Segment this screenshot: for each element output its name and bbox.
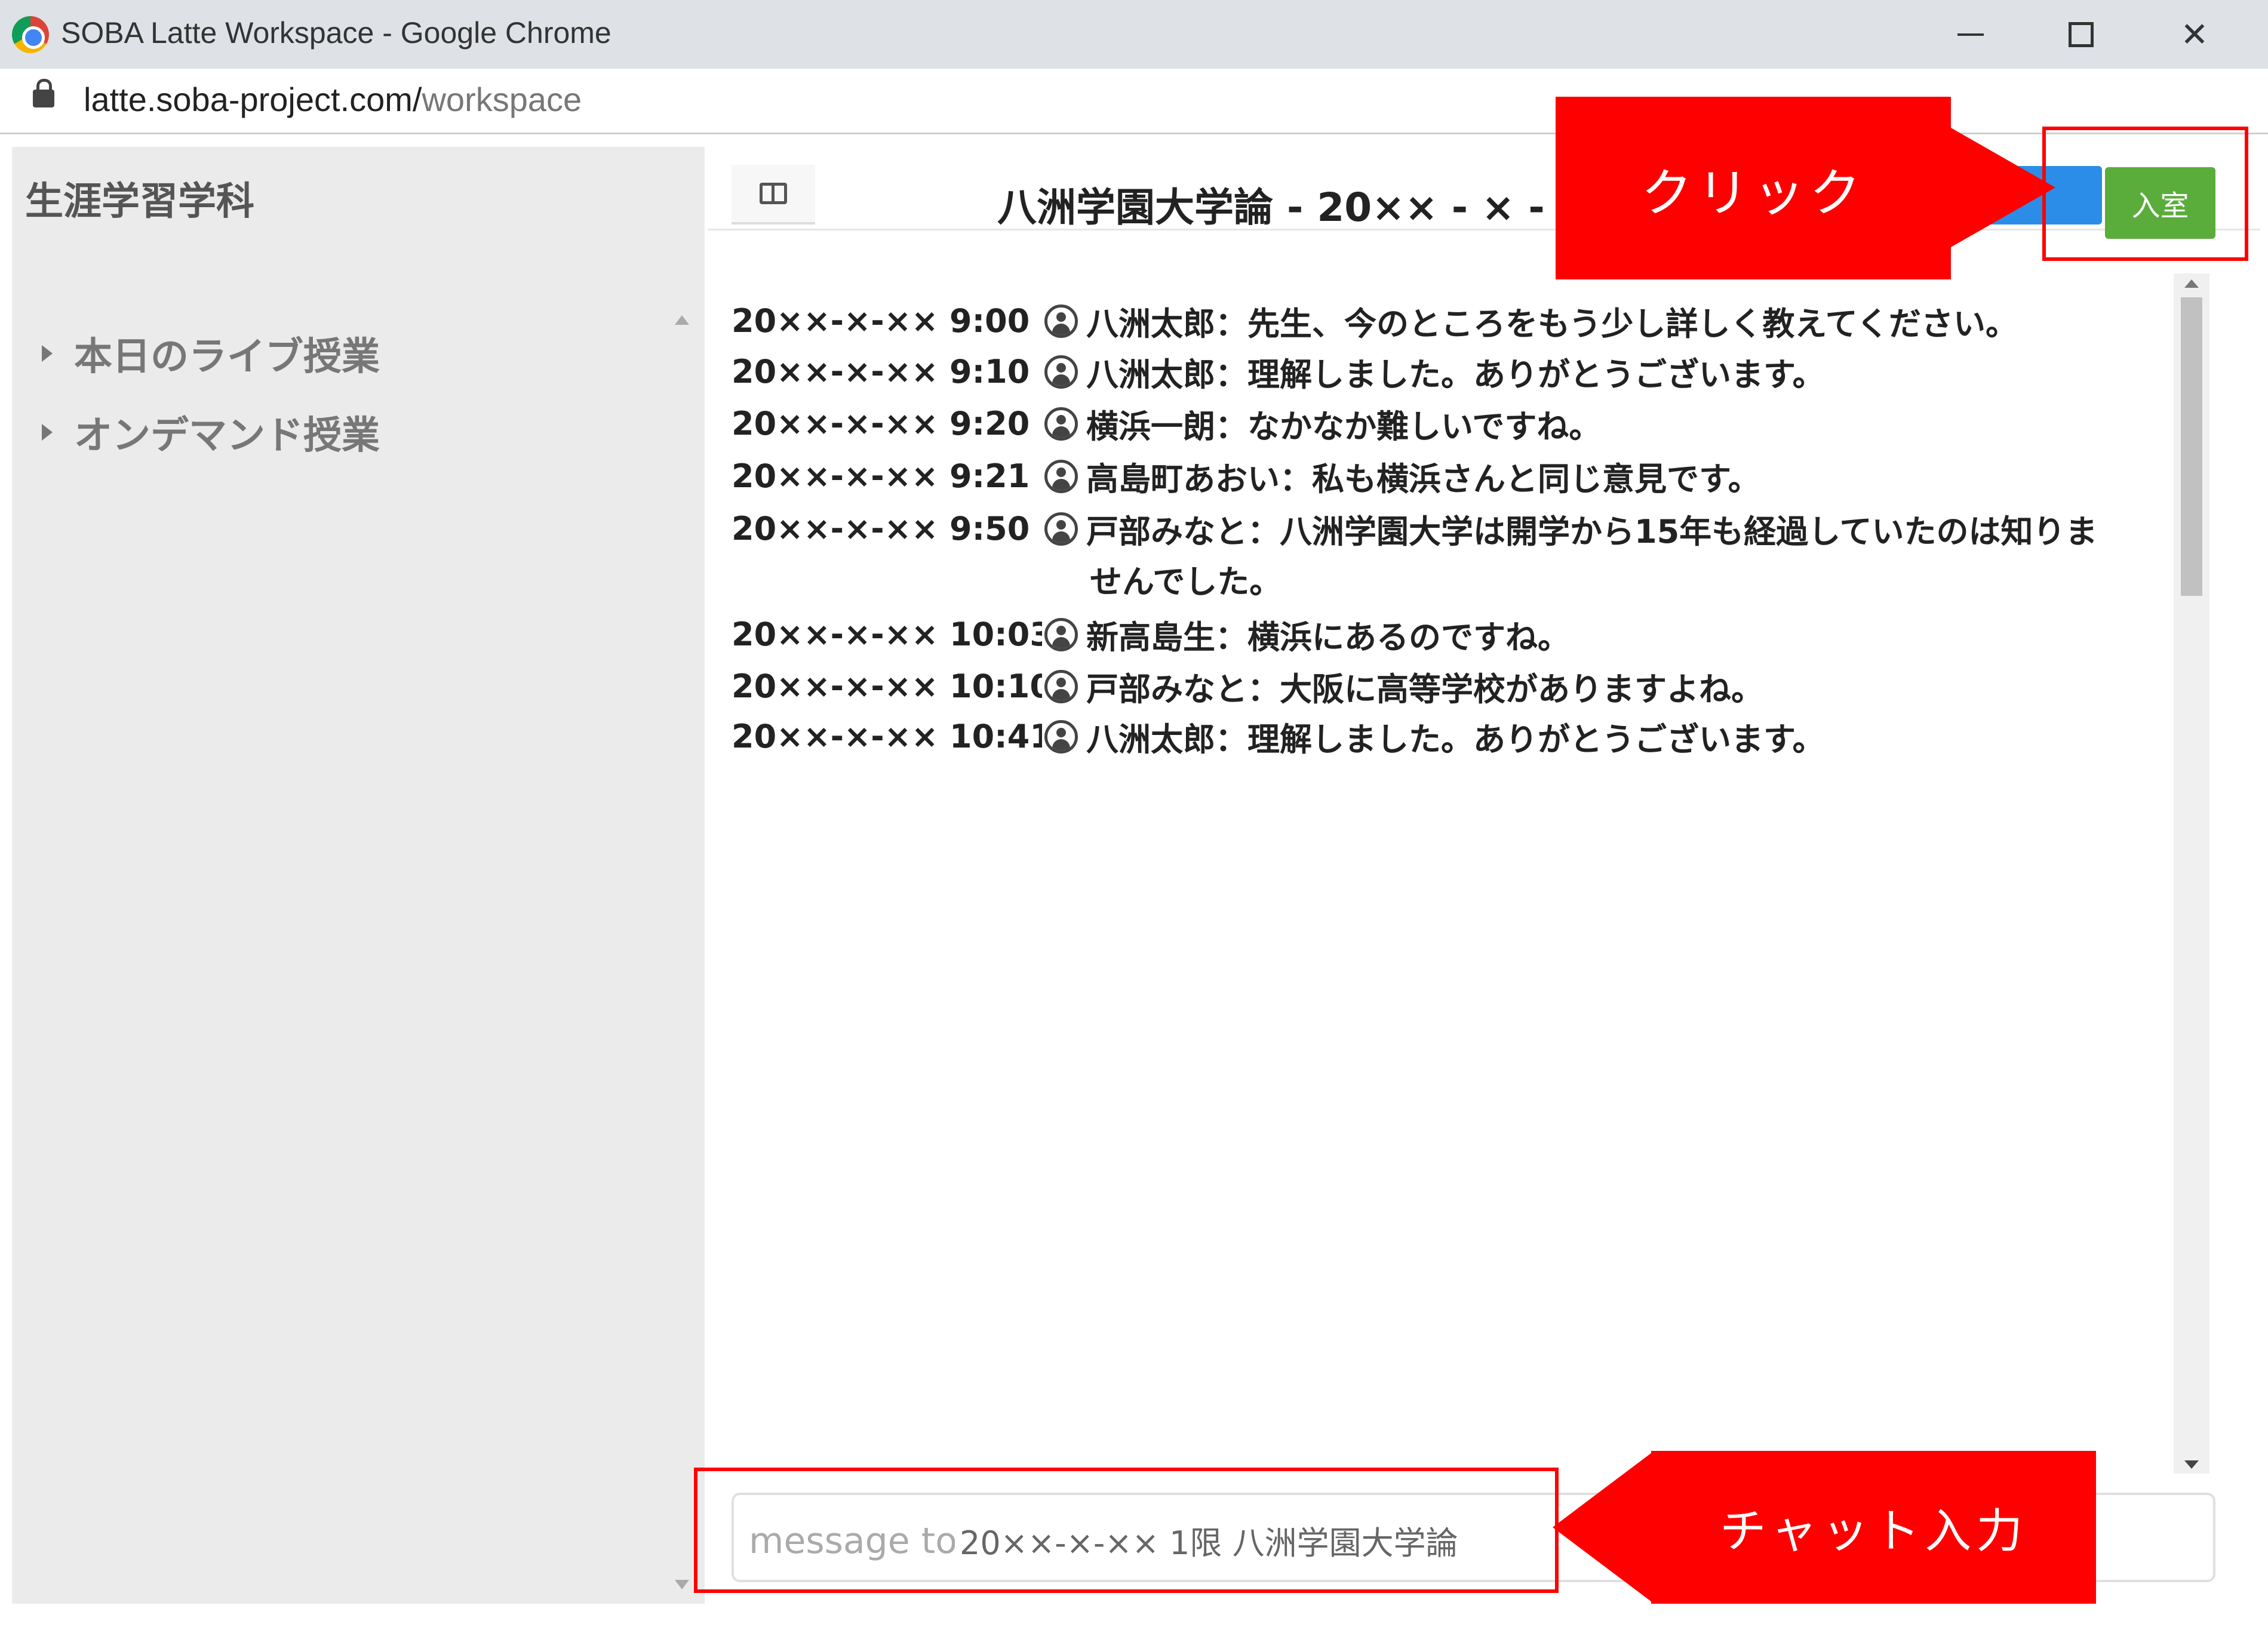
message-timestamp: 20××-×-×× 9:20	[732, 405, 1030, 442]
chat-scrollbar[interactable]	[2174, 273, 2209, 1474]
course-name: 生涯学習学科	[25, 180, 254, 224]
message-text: 新高島生：横浜にあるのですね。	[1086, 619, 1570, 656]
chat-log: 20××-×-×× 9:00 八洲太郎：先生、今のところをもう少し詳しく教えてく…	[717, 267, 2174, 1468]
sidebar-item-label: 本日のライブ授業	[74, 335, 380, 379]
class-title: 八洲学園大学論 - 20×× - × -	[997, 184, 1545, 230]
url-host: latte.soba-project.com/	[84, 81, 422, 118]
user-avatar-icon	[1044, 407, 1078, 441]
message-timestamp: 20××-×-×× 9:10	[732, 353, 1030, 390]
url-text[interactable]: latte.soba-project.com/workspace	[84, 80, 582, 119]
scrollbar-thumb[interactable]	[2181, 297, 2202, 596]
user-avatar-icon	[1044, 355, 1078, 389]
url-path: workspace	[422, 81, 582, 118]
arrow-right-icon	[1951, 128, 2055, 247]
message-text: 八洲太郎：理解しました。ありがとうございます。	[1086, 721, 1825, 758]
sidebar: 生涯学習学科 本日のライブ授業 オンデマンド授業	[12, 147, 705, 1604]
scroll-up-icon[interactable]	[2184, 279, 2199, 288]
user-avatar-icon	[1044, 459, 1078, 493]
sidebar-panel-icon	[760, 183, 787, 204]
message-timestamp: 20××-×-×× 9:00	[732, 302, 1030, 340]
chat-message: 20××-×-×× 9:50 戸部みなと：八洲学園大学は開学から15年も経過して…	[732, 505, 2098, 552]
arrow-left-icon	[1553, 1451, 1654, 1604]
chat-message: 20××-×-×× 10:10 戸部みなと：大阪に高等学校がありますよね。	[732, 663, 1763, 710]
window-titlebar: SOBA Latte Workspace - Google Chrome ✕	[0, 0, 2268, 69]
workspace-page: 生涯学習学科 本日のライブ授業 オンデマンド授業 八洲学園大学論 - 20×× …	[0, 136, 2268, 1627]
chat-message: 20××-×-×× 9:00 八洲太郎：先生、今のところをもう少し詳しく教えてく…	[732, 297, 2018, 345]
message-timestamp: 20××-×-×× 10:10	[732, 668, 1042, 705]
user-avatar-icon	[1044, 719, 1078, 753]
message-text: 八洲太郎：先生、今のところをもう少し詳しく教えてください。	[1086, 305, 2018, 343]
sidebar-scroll-up-icon[interactable]	[675, 315, 689, 325]
scroll-down-icon[interactable]	[2184, 1460, 2199, 1469]
message-text: 戸部みなと：八洲学園大学は開学から15年も経過していたのは知りま	[1086, 513, 2098, 550]
message-timestamp: 20××-×-×× 10:03	[732, 616, 1042, 653]
chrome-logo-icon	[12, 16, 49, 53]
user-avatar-icon	[1044, 669, 1078, 703]
close-icon: ✕	[2180, 15, 2209, 54]
user-avatar-icon	[1044, 304, 1078, 338]
chat-message: 20××-×-×× 9:20 横浜一朗：なかなか難しいですね。	[732, 400, 1601, 447]
chat-message: 20××-×-×× 10:41 八洲太郎：理解しました。ありがとうございます。	[732, 713, 1825, 760]
user-avatar-icon	[1044, 617, 1078, 651]
message-timestamp: 20××-×-×× 9:21	[732, 457, 1030, 495]
message-timestamp: 20××-×-×× 10:41	[732, 718, 1042, 755]
close-button[interactable]: ✕	[2159, 11, 2230, 59]
sidebar-item-label: オンデマンド授業	[74, 414, 380, 458]
minimize-icon	[1957, 33, 1984, 36]
callout-chat-input: チャット入力	[1651, 1451, 2096, 1604]
window-title: SOBA Latte Workspace - Google Chrome	[61, 16, 611, 50]
lock-icon	[33, 79, 54, 107]
minimize-button[interactable]	[1935, 11, 2006, 59]
sidebar-item-live-classes[interactable]: 本日のライブ授業	[42, 326, 380, 381]
callout-click: クリック	[1556, 97, 1951, 279]
highlight-chat-input	[694, 1468, 1559, 1593]
caret-right-icon	[42, 424, 53, 441]
user-avatar-icon	[1044, 512, 1078, 546]
chat-message: 20××-×-×× 9:10 八洲太郎：理解しました。ありがとうございます。	[732, 348, 1825, 395]
message-continuation: せんでした。	[1090, 563, 1282, 601]
caret-right-icon	[42, 345, 53, 362]
message-text: 高島町あおい：私も横浜さんと同じ意見です。	[1086, 460, 1760, 498]
message-text: 戸部みなと：大阪に高等学校がありますよね。	[1086, 671, 1763, 708]
maximize-button[interactable]	[2045, 11, 2117, 59]
chat-message: 20××-×-×× 10:03 新高島生：横浜にあるのですね。	[732, 611, 1570, 658]
sidebar-scroll-down-icon[interactable]	[675, 1580, 689, 1589]
sidebar-item-on-demand[interactable]: オンデマンド授業	[42, 405, 380, 460]
message-timestamp: 20××-×-×× 9:50	[732, 510, 1030, 548]
toggle-sidebar-button[interactable]	[732, 165, 815, 224]
chat-message: 20××-×-×× 9:21 高島町あおい：私も横浜さんと同じ意見です。	[732, 453, 1760, 500]
maximize-icon	[2069, 22, 2094, 47]
message-text: 横浜一朗：なかなか難しいですね。	[1086, 408, 1602, 445]
highlight-enter-button	[2042, 127, 2248, 261]
message-text: 八洲太郎：理解しました。ありがとうございます。	[1086, 356, 1825, 393]
